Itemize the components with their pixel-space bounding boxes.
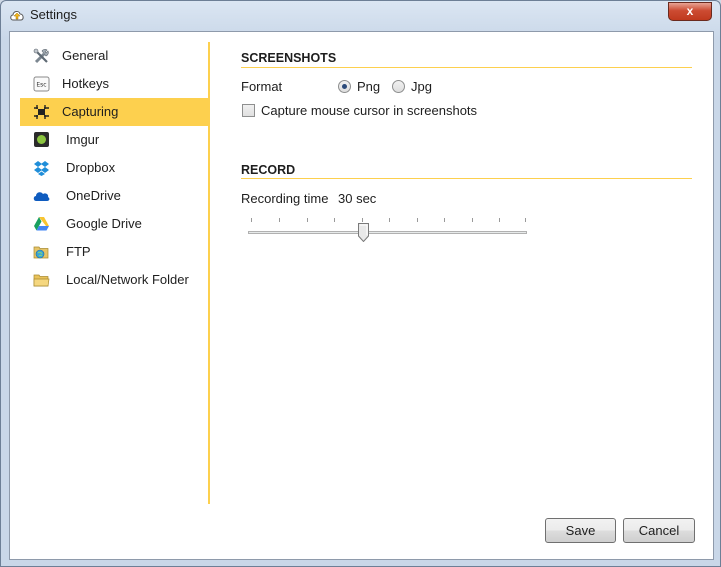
onedrive-icon: [33, 192, 50, 201]
recording-time-label: Recording time: [241, 191, 329, 206]
ftp-icon: [33, 246, 49, 259]
slider-tick: [417, 218, 418, 222]
slider-tick: [362, 218, 363, 222]
slider-tick: [307, 218, 308, 222]
sidebar-item-label: Hotkeys: [62, 76, 109, 91]
sidebar-item-label: Local/Network Folder: [66, 272, 189, 287]
record-heading: RECORD: [241, 163, 296, 177]
format-png-label[interactable]: Png: [357, 79, 380, 94]
sidebar-item-label: Imgur: [66, 132, 100, 147]
settings-sidebar: General Esc Hotkeys Capturing Imgur Drop…: [20, 42, 210, 507]
slider-track[interactable]: [248, 231, 527, 234]
format-jpg-radio[interactable]: [392, 80, 405, 93]
recording-time-value: 30 sec: [338, 191, 377, 206]
sidebar-item-dropbox[interactable]: Dropbox: [20, 154, 208, 182]
sidebar-item-local-folder[interactable]: Local/Network Folder: [20, 266, 208, 294]
slider-tick: [389, 218, 390, 222]
settings-window: Settings x General Esc Hotkeys Capturing…: [0, 0, 721, 567]
slider-tick: [472, 218, 473, 222]
esc-key-text: Esc: [36, 82, 46, 89]
sidebar-item-label: Dropbox: [66, 160, 116, 175]
screenshots-heading: SCREENSHOTS: [241, 51, 337, 65]
cancel-button[interactable]: Cancel: [623, 518, 695, 543]
folder-icon: [33, 274, 50, 287]
title-bar[interactable]: Settings x: [1, 1, 720, 31]
sidebar-item-label: General: [62, 48, 109, 63]
slider-tick: [279, 218, 280, 222]
slider-tick: [525, 218, 526, 222]
imgur-icon: [34, 132, 49, 147]
capture-cursor-checkbox[interactable]: [242, 104, 255, 117]
slider-thumb[interactable]: [358, 223, 369, 242]
google-drive-icon: [34, 217, 49, 231]
sidebar-item-imgur[interactable]: Imgur: [20, 126, 208, 154]
capture-cursor-label[interactable]: Capture mouse cursor in screenshots: [261, 103, 477, 118]
sidebar-item-google-drive[interactable]: Google Drive: [20, 210, 208, 238]
record-divider: [241, 178, 692, 179]
capture-icon: [34, 105, 49, 119]
sidebar-item-label: FTP: [66, 244, 91, 259]
sidebar-item-hotkeys[interactable]: Esc Hotkeys: [20, 70, 208, 98]
settings-client-area: General Esc Hotkeys Capturing Imgur Drop…: [9, 31, 714, 560]
sidebar-item-onedrive[interactable]: OneDrive: [20, 182, 208, 210]
sidebar-item-general[interactable]: General: [20, 42, 208, 70]
slider-tick: [334, 218, 335, 222]
sidebar-item-label: Capturing: [62, 104, 119, 119]
sidebar-item-label: OneDrive: [66, 188, 121, 203]
sidebar-item-capturing[interactable]: Capturing: [20, 98, 208, 126]
screenshots-divider: [241, 67, 692, 68]
slider-tick: [251, 218, 252, 222]
slider-tick: [499, 218, 500, 222]
esc-key-icon: Esc: [33, 76, 50, 92]
sidebar-divider: [208, 42, 210, 504]
sidebar-item-label: Google Drive: [66, 216, 142, 231]
cloud-upload-icon: [10, 11, 24, 21]
close-button[interactable]: x: [668, 2, 712, 21]
dropbox-icon: [34, 161, 49, 176]
tools-icon: [33, 48, 49, 64]
save-button[interactable]: Save: [545, 518, 616, 543]
sidebar-item-ftp[interactable]: FTP: [20, 238, 208, 266]
slider-tick: [444, 218, 445, 222]
format-label: Format: [241, 79, 283, 94]
window-title: Settings: [30, 7, 77, 22]
format-jpg-label[interactable]: Jpg: [411, 79, 432, 94]
format-png-radio[interactable]: [338, 80, 351, 93]
